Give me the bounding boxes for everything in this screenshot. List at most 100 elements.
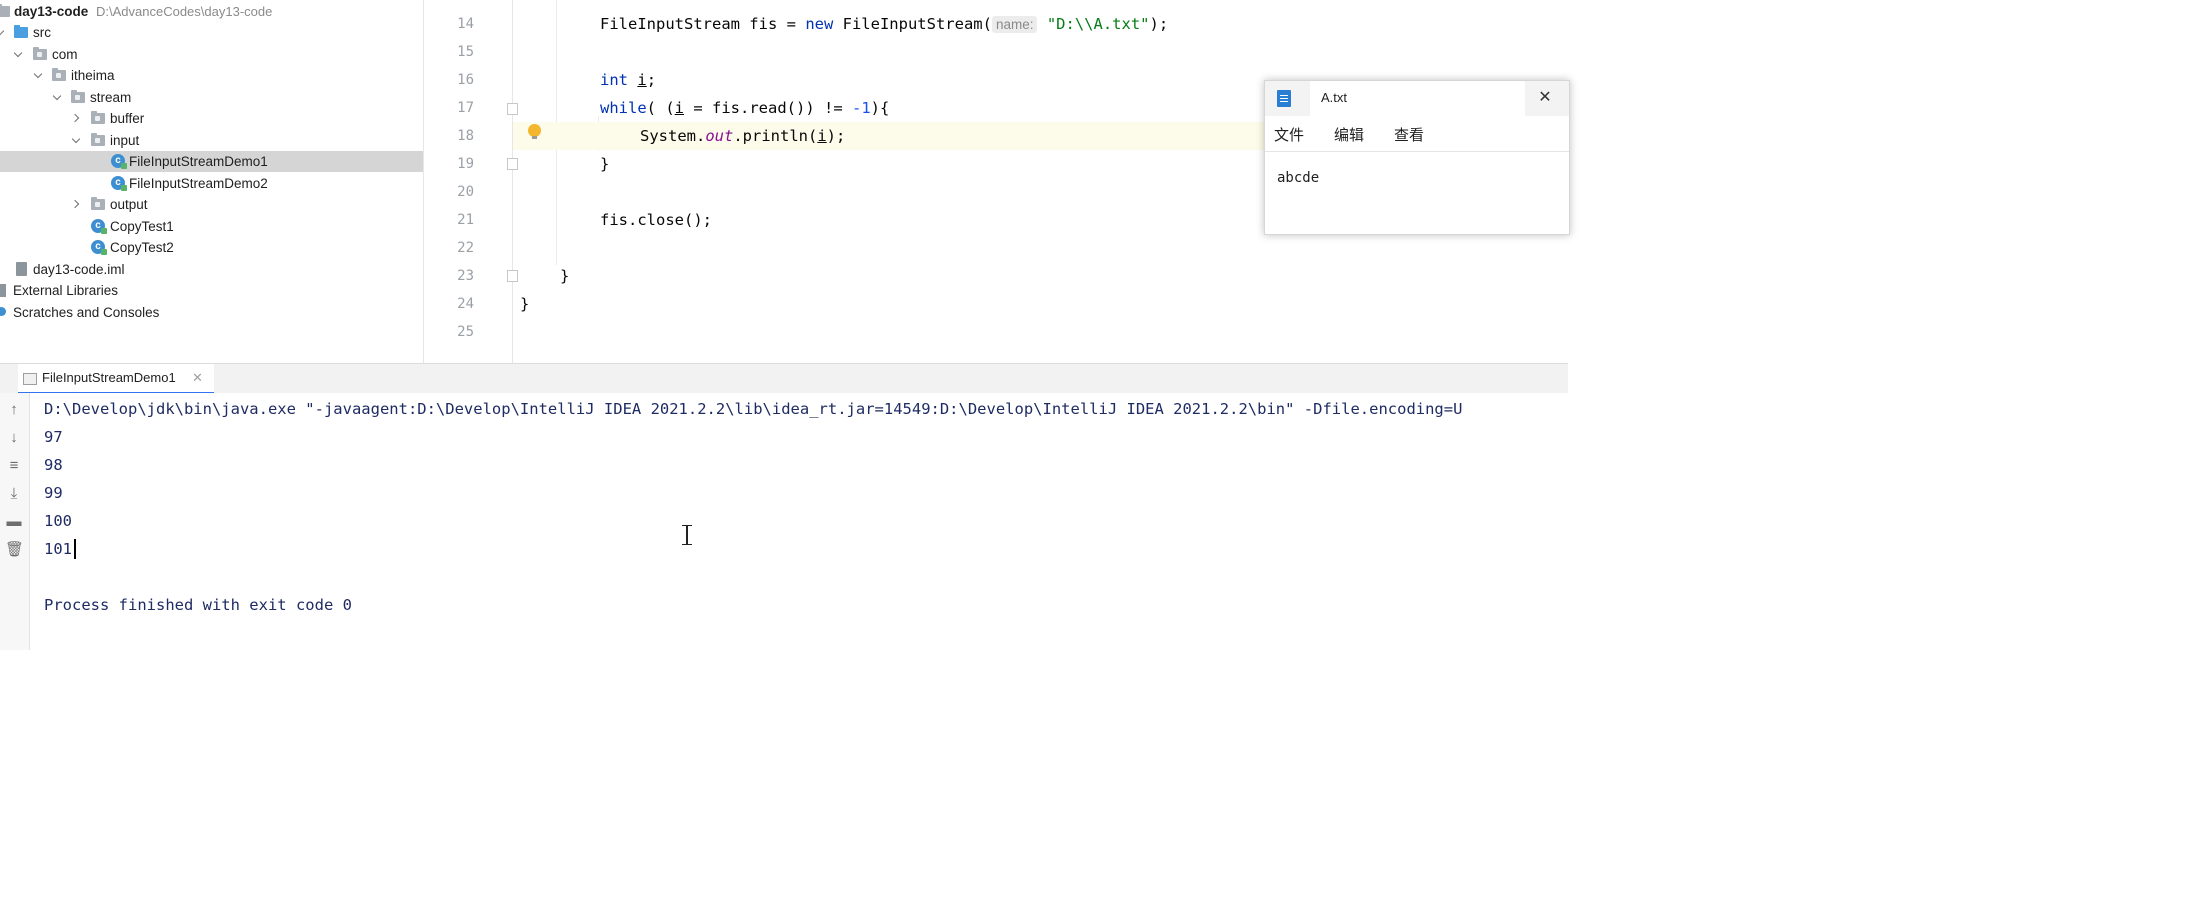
tree-label: FileInputStreamDemo2 [129,176,268,191]
tree-item-copytest1[interactable]: c CopyTest1 [0,216,423,237]
scroll-down-icon[interactable]: ↓ [5,429,23,447]
tree-label: Scratches and Consoles [13,305,160,320]
java-class-icon: c [91,240,107,255]
code-line-19: } [600,155,610,173]
package-icon [91,111,105,124]
run-config-icon [23,373,37,385]
tree-item-output[interactable]: output [0,194,423,215]
line-number: 16 [457,72,474,88]
code-line-21: fis.close(); [600,211,712,229]
code-line-24: } [520,295,530,313]
menu-file[interactable]: 文件 [1274,124,1304,145]
tree-item-input[interactable]: input [0,130,423,151]
chevron-right-icon[interactable] [72,194,84,215]
notepad-window[interactable]: A.txt ✕ 文件 编辑 查看 abcde [1264,80,1570,235]
menu-view[interactable]: 查看 [1394,124,1424,145]
project-tree: day13-code D:\AdvanceCodes\day13-code sr… [0,0,424,363]
console-exit-message: Process finished with exit code 0 [44,596,352,614]
code-line-23: } [560,267,570,285]
line-number: 15 [457,44,474,60]
notepad-text-area[interactable]: abcde [1265,151,1569,235]
scratches-icon [0,307,6,316]
chevron-down-icon[interactable] [13,44,25,65]
tree-item-external-libraries[interactable]: External Libraries [0,280,423,301]
chevron-down-icon[interactable] [52,87,64,108]
soft-wrap-icon[interactable]: ≡ [5,457,23,475]
trash-icon[interactable]: 🗑 [5,541,24,559]
console-output-line: 97 [44,428,63,446]
parameter-hint: name: [991,16,1038,33]
lightbulb-icon[interactable] [528,124,541,139]
scroll-to-end-icon[interactable]: ⤓ [5,485,23,503]
print-icon[interactable]: ▬ [5,513,23,531]
module-file-icon [16,262,27,276]
line-number: 14 [457,16,474,32]
run-tab[interactable]: FileInputStreamDemo1 ✕ [18,364,214,394]
close-icon[interactable]: ✕ [1535,88,1555,108]
tree-item-fileinputstreamdemo2[interactable]: c FileInputStreamDemo2 [0,173,423,194]
tree-label: buffer [110,111,145,126]
tree-root[interactable]: day13-code D:\AdvanceCodes\day13-code [0,1,423,22]
line-number: 21 [457,212,474,228]
notepad-tab[interactable]: A.txt [1310,81,1525,116]
console-output-line: 101 [44,540,72,558]
tree-item-copytest2[interactable]: c CopyTest2 [0,237,423,258]
line-number: 17 [457,100,474,116]
tree-label: itheima [71,68,115,83]
line-number: 22 [457,240,474,256]
java-class-icon: c [111,154,127,169]
tree-label: com [52,47,78,62]
code-line-18: System.out.println(i); [640,127,846,145]
console-output-line: 99 [44,484,63,502]
code-line-14: FileInputStream fis = new FileInputStrea… [600,15,1169,33]
library-icon [0,284,6,297]
menu-edit[interactable]: 编辑 [1334,124,1364,145]
chevron-right-icon[interactable] [72,108,84,129]
scroll-up-icon[interactable]: ↑ [5,401,23,419]
package-icon [33,47,47,60]
tree-label: FileInputStreamDemo1 [129,154,268,169]
console-output[interactable]: D:\Develop\jdk\bin\java.exe "-javaagent:… [30,393,1568,650]
tree-item-buffer[interactable]: buffer [0,108,423,129]
tree-label: input [110,133,140,148]
tree-item-stream[interactable]: stream [0,87,423,108]
console-output-line: 98 [44,456,63,474]
notepad-app-icon [1277,90,1291,107]
editor-gutter: 14 15 16 17 18 19 20 21 22 23 24 25 [424,0,518,363]
chevron-down-icon[interactable] [0,22,7,43]
notepad-menubar: 文件 编辑 查看 [1265,116,1569,150]
tree-label: External Libraries [13,283,119,298]
chevron-down-icon[interactable] [71,130,83,151]
line-number: 23 [457,268,474,284]
tree-item-fileinputstreamdemo1[interactable]: c FileInputStreamDemo1 [0,151,423,172]
code-line-17: while( (i = fis.read()) != -1){ [600,99,890,117]
run-tab-label: FileInputStreamDemo1 [42,370,176,385]
tree-label: stream [90,90,132,105]
module-folder-icon [0,4,10,17]
tree-item-src[interactable]: src [0,22,423,43]
package-icon [91,133,105,146]
line-number: 25 [457,324,474,340]
package-icon [91,197,105,210]
close-tab-icon[interactable]: ✕ [192,370,203,386]
root-name: day13-code [14,4,89,19]
tree-item-itheima[interactable]: itheima [0,65,423,86]
tree-item-scratches[interactable]: Scratches and Consoles [0,302,423,323]
notepad-titlebar[interactable]: A.txt ✕ [1265,81,1569,116]
run-tool-window-header: FileInputStreamDemo1 ✕ [0,363,1568,395]
package-icon [71,90,85,103]
chevron-down-icon[interactable] [33,65,45,86]
code-line-16: int i; [600,71,657,89]
notepad-tab-title: A.txt [1321,90,1348,105]
console-output-line: 100 [44,512,72,530]
text-caret [74,539,76,559]
console-command-line: D:\Develop\jdk\bin\java.exe "-javaagent:… [44,400,1463,418]
run-toolbar: ↑ ↓ ≡ ⤓ ▬ 🗑 [0,393,30,650]
java-class-icon: c [111,176,127,191]
line-number: 20 [457,184,474,200]
tree-item-com[interactable]: com [0,44,423,65]
tree-item-iml[interactable]: day13-code.iml [0,259,423,280]
tree-label: output [110,197,148,212]
tree-label: CopyTest2 [110,240,174,255]
package-icon [52,68,66,81]
